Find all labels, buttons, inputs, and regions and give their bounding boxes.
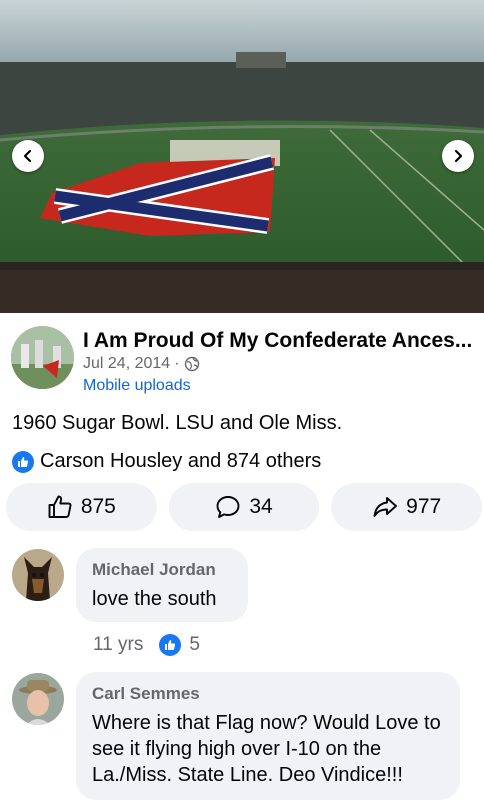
post-meta: Jul 24, 2014 · xyxy=(83,355,200,373)
share-button[interactable]: 977 xyxy=(331,483,483,531)
reactions-text: Carson Housley and 874 others xyxy=(40,450,322,472)
post-actions: 875 34 977 xyxy=(6,483,483,531)
page-avatar-image xyxy=(11,326,74,389)
comment-like-count: 5 xyxy=(189,634,200,655)
album-link[interactable]: Mobile uploads xyxy=(83,377,191,395)
page-name[interactable]: I Am Proud Of My Confederate Ances... xyxy=(83,329,478,353)
post-date[interactable]: Jul 24, 2014 xyxy=(83,355,170,373)
stadium-photo-image xyxy=(0,0,484,313)
post-header: I Am Proud Of My Confederate Ances... Ju… xyxy=(0,313,484,403)
chevron-left-icon xyxy=(23,149,32,163)
comment-bubble: Carl Semmes Where is that Flag now? Woul… xyxy=(76,672,460,800)
share-icon xyxy=(373,497,398,517)
comment-author[interactable]: Michael Jordan xyxy=(92,560,232,580)
man-avatar-image xyxy=(12,673,64,725)
comment-text: love the south xyxy=(92,588,217,610)
like-button[interactable]: 875 xyxy=(6,483,157,531)
thumbs-up-icon xyxy=(18,456,29,467)
chevron-right-icon xyxy=(454,149,463,163)
post-caption: 1960 Sugar Bowl. LSU and Ole Miss. xyxy=(12,412,343,434)
post-photo[interactable] xyxy=(0,0,484,313)
meta-separator: · xyxy=(174,355,180,372)
comment-text: Where is that Flag now? Would Love to se… xyxy=(92,712,441,786)
dog-avatar-image xyxy=(12,549,64,601)
previous-photo-button[interactable] xyxy=(12,140,44,172)
comment-time[interactable]: 11 yrs xyxy=(93,634,143,656)
comment-bubble: Michael Jordan love the south xyxy=(76,548,248,622)
page-avatar[interactable] xyxy=(11,326,74,389)
thumbs-up-icon xyxy=(48,495,72,518)
commenter-avatar[interactable] xyxy=(12,673,64,725)
globe-icon xyxy=(184,356,199,372)
comment-like-icon xyxy=(159,634,182,656)
comment-count: 34 xyxy=(249,495,273,518)
comment-meta: 11 yrs 5 xyxy=(93,634,200,656)
next-photo-button[interactable] xyxy=(442,140,474,172)
commenter-avatar[interactable] xyxy=(12,549,64,601)
share-count: 977 xyxy=(406,495,442,518)
thumbs-up-icon xyxy=(165,640,176,650)
reactions-summary[interactable]: Carson Housley and 874 others xyxy=(12,450,321,473)
comment-icon xyxy=(216,496,240,518)
like-count: 875 xyxy=(80,495,116,518)
comment-author[interactable]: Carl Semmes xyxy=(92,684,444,704)
comment-button[interactable]: 34 xyxy=(168,483,320,531)
like-reaction-icon xyxy=(12,450,34,473)
